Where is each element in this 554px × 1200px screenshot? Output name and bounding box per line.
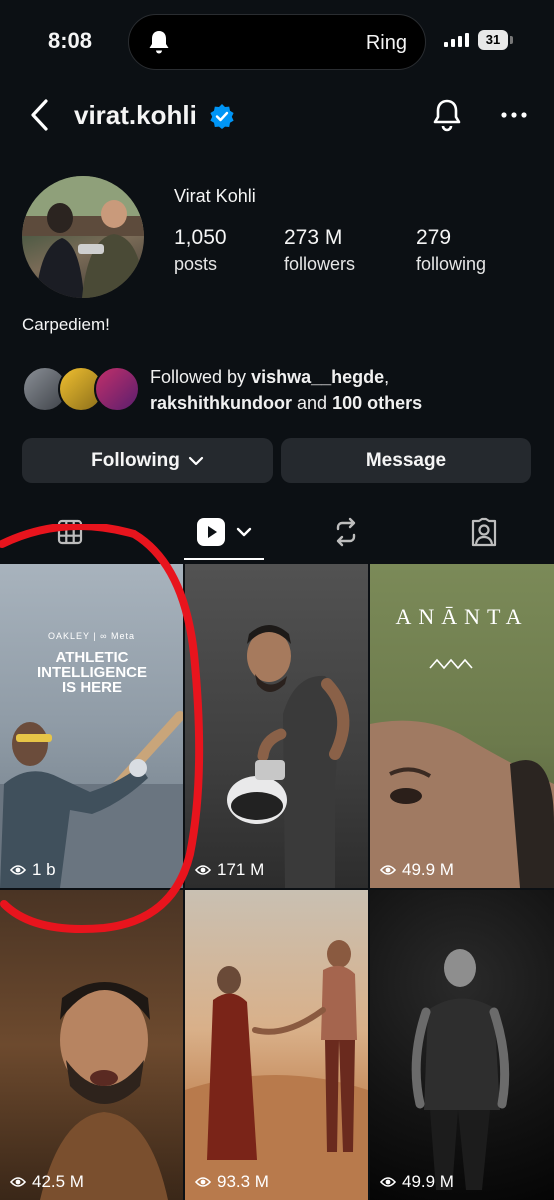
tagged-person-icon bbox=[471, 517, 497, 547]
reel-tile[interactable]: 171 M bbox=[185, 564, 368, 888]
view-count-text: 49.9 M bbox=[402, 1172, 454, 1191]
view-count: 93.3 M bbox=[195, 1172, 269, 1192]
view-count-text: 171 M bbox=[217, 860, 265, 879]
tile-image bbox=[40, 982, 168, 1200]
separator: , bbox=[384, 367, 390, 387]
stat-posts[interactable]: 1,050 posts bbox=[174, 226, 227, 275]
reel-tile[interactable]: OAKLEY | ∞ Meta ATHLETIC INTELLIGENCE IS… bbox=[0, 564, 183, 888]
stat-label: posts bbox=[174, 254, 218, 274]
reel-tile[interactable]: 42.5 M bbox=[0, 890, 183, 1200]
cellular-signal-icon bbox=[444, 33, 469, 47]
conjunction: and bbox=[292, 393, 333, 413]
avatar bbox=[94, 366, 140, 412]
eye-icon bbox=[10, 865, 26, 875]
repost-icon bbox=[336, 517, 356, 547]
stat-followers[interactable]: 273 M followers bbox=[284, 226, 355, 275]
grid-icon bbox=[57, 519, 83, 545]
eye-icon bbox=[380, 865, 396, 875]
tab-reposts[interactable] bbox=[318, 510, 374, 554]
mutual-user-link[interactable]: vishwa__hegde bbox=[251, 367, 384, 387]
followed-by-prefix: Followed by bbox=[150, 367, 252, 387]
status-time: 8:08 bbox=[48, 28, 93, 53]
view-count: 49.9 M bbox=[380, 1172, 454, 1192]
stat-label: followers bbox=[284, 254, 356, 274]
message-button-label: Message bbox=[365, 449, 447, 471]
followed-by-avatars[interactable] bbox=[22, 366, 142, 412]
message-button[interactable]: Message bbox=[281, 438, 531, 483]
tile-image bbox=[370, 658, 554, 888]
tile-image bbox=[185, 940, 368, 1200]
view-count-text: 93.3 M bbox=[217, 1172, 269, 1191]
tile-image bbox=[227, 625, 350, 888]
following-button-label: Following bbox=[91, 449, 180, 471]
reels-play-icon bbox=[197, 518, 225, 546]
tab-tagged[interactable] bbox=[456, 510, 512, 554]
view-count-text: 42.5 M bbox=[32, 1172, 84, 1191]
eye-icon bbox=[380, 1177, 396, 1187]
view-count: 171 M bbox=[195, 860, 264, 880]
tab-reels[interactable] bbox=[186, 510, 264, 554]
reel-tile[interactable]: 93.3 M bbox=[185, 890, 368, 1200]
battery-cap bbox=[510, 36, 513, 44]
battery-icon: 31 bbox=[478, 30, 508, 50]
profile-username: virat.kohli bbox=[74, 100, 197, 130]
profile-bio: Carpediem! bbox=[22, 315, 110, 334]
tile-image bbox=[0, 711, 183, 888]
view-count-text: 49.9 M bbox=[402, 860, 454, 879]
more-options-icon[interactable] bbox=[500, 110, 528, 120]
eye-icon bbox=[195, 1177, 211, 1187]
stat-following[interactable]: 279 following bbox=[416, 226, 486, 275]
stat-value: 273 M bbox=[284, 226, 343, 249]
followed-by-text[interactable]: Followed by vishwa__hegde, rakshithkundoo… bbox=[150, 364, 540, 416]
bell-icon bbox=[149, 31, 169, 54]
verified-badge-icon bbox=[210, 104, 234, 129]
stat-value: 279 bbox=[416, 226, 452, 249]
chevron-down-icon bbox=[236, 527, 252, 537]
tab-posts-grid[interactable] bbox=[42, 510, 98, 554]
view-count: 49.9 M bbox=[380, 860, 454, 880]
profile-full-name: Virat Kohli bbox=[174, 186, 256, 206]
reel-tile[interactable]: ANĀNTA 49.9 M bbox=[370, 564, 554, 888]
dynamic-island: Ring bbox=[128, 14, 426, 70]
back-arrow-icon[interactable] bbox=[26, 96, 56, 134]
eye-icon bbox=[195, 865, 211, 875]
view-count: 1 b bbox=[10, 860, 56, 880]
mutual-user-link[interactable]: rakshithkundoor bbox=[150, 393, 292, 413]
tile-image bbox=[411, 949, 510, 1190]
reel-tile[interactable]: 49.9 M bbox=[370, 890, 554, 1200]
stat-label: following bbox=[416, 254, 487, 274]
view-count: 42.5 M bbox=[10, 1172, 84, 1192]
chevron-down-icon bbox=[188, 456, 203, 465]
stat-value: 1,050 bbox=[174, 226, 227, 249]
following-button[interactable]: Following bbox=[22, 438, 273, 483]
profile-avatar[interactable] bbox=[22, 176, 144, 298]
mutual-others-link[interactable]: 100 others bbox=[332, 393, 422, 413]
notifications-bell-icon[interactable] bbox=[430, 97, 464, 133]
ring-mode-label: Ring bbox=[365, 32, 407, 54]
view-count-text: 1 b bbox=[32, 860, 56, 879]
eye-icon bbox=[10, 1177, 26, 1187]
active-tab-indicator bbox=[184, 558, 264, 560]
